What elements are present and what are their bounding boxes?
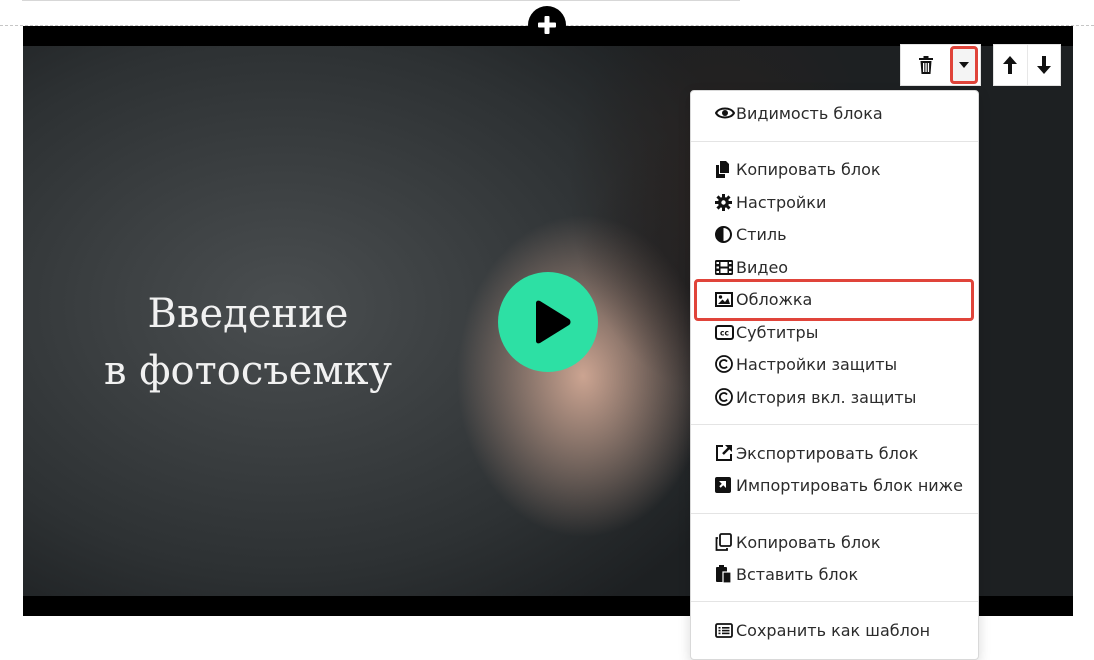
menu-item-block-visibility[interactable]: Видимость блока bbox=[715, 98, 883, 128]
top-divider bbox=[22, 0, 740, 1]
cover-title-line-2: в фотосъемку bbox=[103, 348, 392, 394]
clone-icon bbox=[715, 533, 732, 551]
arrow-up-icon bbox=[1003, 56, 1018, 74]
menu-item-label: Настройки bbox=[736, 192, 827, 212]
menu-item-save-as-template[interactable]: Сохранить как шаблон bbox=[715, 615, 930, 645]
menu-item-import-block-below[interactable]: Импортировать блок ниже bbox=[715, 470, 963, 500]
block-menu-dropdown-button[interactable] bbox=[950, 46, 978, 84]
menu-item-paste-block[interactable]: Вставить блок bbox=[715, 559, 858, 589]
gear-icon bbox=[715, 193, 732, 211]
menu-divider bbox=[691, 513, 978, 514]
list-icon bbox=[715, 622, 733, 638]
menu-item-protection-history[interactable]: История вкл. защиты bbox=[715, 382, 916, 412]
cover-item-highlight bbox=[694, 279, 974, 321]
menu-item-label: Импортировать блок ниже bbox=[736, 475, 963, 495]
trash-icon bbox=[918, 56, 933, 74]
play-button[interactable] bbox=[498, 272, 598, 372]
menu-item-settings[interactable]: Настройки bbox=[715, 187, 826, 217]
external-link-icon bbox=[716, 445, 732, 461]
menu-item-style[interactable]: Стиль bbox=[715, 219, 787, 249]
arrow-down-icon bbox=[1036, 56, 1051, 74]
menu-item-label: История вкл. защиты bbox=[736, 387, 917, 407]
menu-divider bbox=[691, 601, 978, 602]
menu-item-export-block[interactable]: Экспортировать блок bbox=[715, 438, 918, 468]
copyright-icon bbox=[715, 388, 733, 406]
menu-item-label: Вставить блок bbox=[736, 564, 859, 584]
delete-block-button[interactable] bbox=[901, 45, 950, 85]
menu-item-label: Стиль bbox=[736, 224, 787, 244]
menu-item-subtitles[interactable]: cc Субтитры bbox=[715, 317, 818, 347]
eye-icon bbox=[715, 107, 735, 119]
closed-captions-icon: cc bbox=[715, 324, 734, 340]
svg-text:cc: cc bbox=[720, 328, 729, 337]
menu-item-label: Копировать блок bbox=[736, 159, 881, 179]
menu-divider bbox=[691, 424, 978, 425]
add-block-button[interactable] bbox=[528, 6, 566, 44]
play-icon bbox=[536, 300, 571, 344]
menu-item-protection-settings[interactable]: Настройки защиты bbox=[715, 349, 897, 379]
cover-title: Введение в фотосъемку bbox=[83, 286, 413, 400]
contrast-icon bbox=[715, 225, 732, 243]
copy-file-icon bbox=[716, 160, 729, 178]
menu-item-copy-block[interactable]: Копировать блок bbox=[715, 154, 881, 184]
block-actions-toolbar bbox=[900, 44, 981, 86]
menu-item-clone-block[interactable]: Копировать блок bbox=[715, 527, 881, 557]
menu-item-label: Копировать блок bbox=[736, 532, 881, 552]
film-icon bbox=[715, 259, 733, 275]
move-block-toolbar bbox=[993, 44, 1061, 86]
menu-item-label: Настройки защиты bbox=[736, 354, 898, 374]
cover-title-line-1: Введение bbox=[147, 291, 349, 337]
menu-divider bbox=[691, 141, 978, 142]
menu-item-video[interactable]: Видео bbox=[715, 252, 788, 282]
block-context-menu: Видимость блока Копировать блок Настройк… bbox=[690, 90, 979, 660]
caret-down-icon bbox=[959, 62, 969, 68]
copyright-icon bbox=[715, 355, 733, 373]
move-down-button[interactable] bbox=[1026, 45, 1061, 85]
menu-item-label: Видео bbox=[736, 257, 789, 277]
paste-icon bbox=[716, 565, 732, 583]
plus-icon bbox=[538, 16, 556, 34]
move-up-button[interactable] bbox=[994, 45, 1027, 85]
menu-item-label: Экспортировать блок bbox=[736, 443, 919, 463]
menu-item-label: Сохранить как шаблон bbox=[736, 620, 931, 640]
menu-item-label: Субтитры bbox=[736, 322, 819, 342]
import-icon bbox=[715, 477, 731, 493]
menu-item-label: Видимость блока bbox=[736, 103, 883, 123]
